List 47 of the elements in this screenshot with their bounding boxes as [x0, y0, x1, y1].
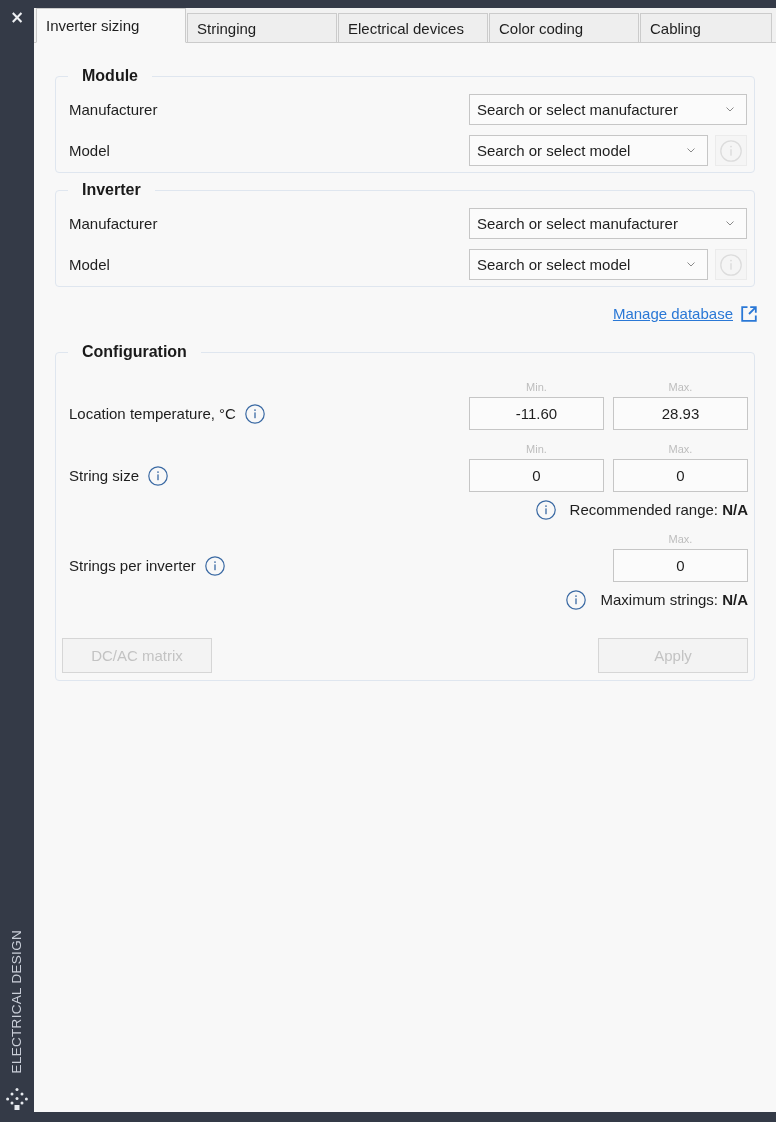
number-field[interactable]: 0	[469, 459, 604, 492]
note-text: Recommended range: N/A	[569, 500, 748, 520]
close-button[interactable]: ×	[9, 8, 25, 26]
field-label: Manufacturer	[69, 215, 158, 232]
number-field[interactable]: 28.93	[613, 397, 748, 430]
tab[interactable]: Cabling	[640, 13, 772, 43]
info-icon	[720, 253, 742, 276]
info-icon	[244, 403, 265, 424]
group-title: Configuration	[81, 342, 188, 362]
chevron-down-icon	[726, 221, 734, 226]
tab[interactable]: Electrical devices	[338, 13, 488, 43]
number-field[interactable]: 0	[613, 549, 748, 582]
field-caption: Min.	[526, 442, 547, 456]
field-label: Strings per inverter	[69, 557, 196, 574]
info-icon	[148, 465, 169, 486]
tab[interactable]: Color coding	[489, 13, 639, 43]
field-caption: Max.	[668, 380, 693, 394]
field-label: String size	[69, 467, 140, 484]
field-label: Location temperature, °C	[69, 405, 236, 422]
field-label: Model	[69, 142, 110, 159]
field-label: Model	[69, 256, 110, 273]
field-caption: Min.	[526, 380, 547, 394]
group-title: Inverter	[81, 180, 142, 200]
external-link-icon	[741, 306, 757, 322]
tab[interactable]: Inverter sizing	[36, 8, 186, 43]
info-icon	[566, 590, 587, 610]
grip-icon[interactable]	[6, 1088, 28, 1110]
number-field[interactable]: -11.60	[469, 397, 604, 430]
info-icon	[535, 500, 556, 520]
panel-title: ELECTRICAL DESIGN	[9, 929, 25, 1073]
field-label: Manufacturer	[69, 101, 158, 118]
info-icon	[204, 555, 225, 576]
chevron-down-icon	[687, 262, 695, 267]
search-dropdown[interactable]: Search or select model	[469, 135, 708, 166]
group-title: Module	[81, 66, 139, 86]
number-field[interactable]: 0	[613, 459, 748, 492]
database-link[interactable]: Manage database	[612, 304, 733, 324]
search-dropdown[interactable]: Search or select manufacturer	[469, 208, 747, 239]
search-dropdown[interactable]: Search or select manufacturer	[469, 94, 747, 125]
field-caption: Max.	[668, 442, 693, 456]
chevron-down-icon	[726, 107, 734, 112]
note-text: Maximum strings: N/A	[600, 590, 748, 610]
chevron-down-icon	[687, 148, 695, 153]
field-caption: Max.	[668, 532, 693, 546]
info-icon	[720, 139, 742, 162]
search-dropdown[interactable]: Search or select model	[469, 249, 708, 280]
tab[interactable]: Stringing	[187, 13, 337, 43]
